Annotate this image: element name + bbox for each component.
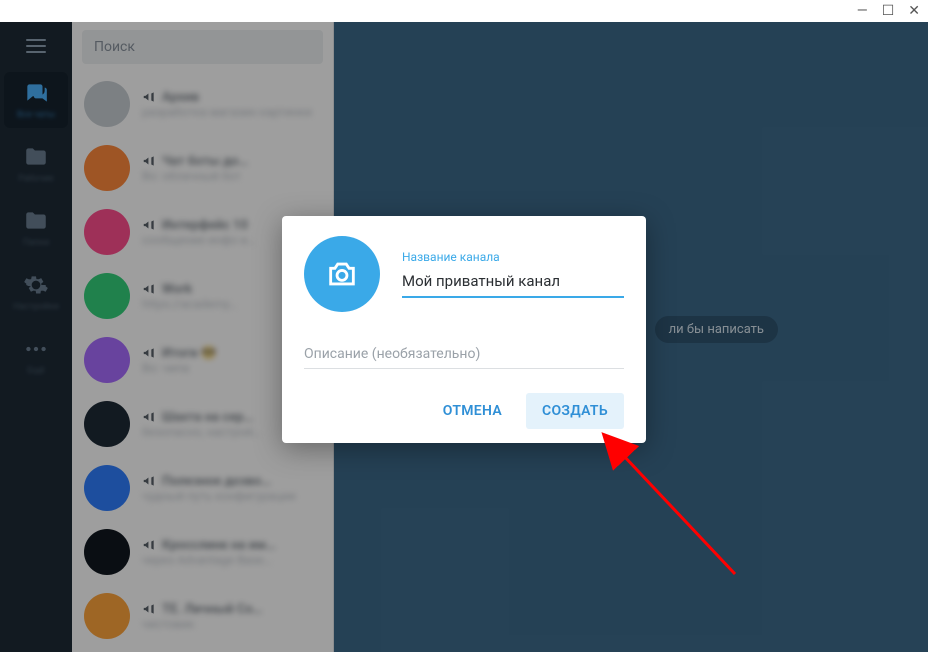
channel-name-label: Название канала [402, 250, 624, 264]
window-close-button[interactable]: ✕ [908, 4, 920, 18]
create-channel-modal: Название канала ОТМЕНА СОЗДАТЬ [282, 216, 646, 443]
camera-icon [325, 257, 359, 291]
window-minimize-button[interactable]: — [857, 4, 868, 18]
channel-name-input[interactable] [402, 268, 624, 298]
window-maximize-button[interactable]: ☐ [882, 4, 895, 18]
channel-description-input[interactable] [304, 340, 624, 369]
channel-photo-button[interactable] [304, 236, 380, 312]
window-titlebar: — ☐ ✕ [0, 0, 928, 22]
cancel-button[interactable]: ОТМЕНА [427, 393, 518, 429]
create-button[interactable]: СОЗДАТЬ [526, 393, 624, 429]
